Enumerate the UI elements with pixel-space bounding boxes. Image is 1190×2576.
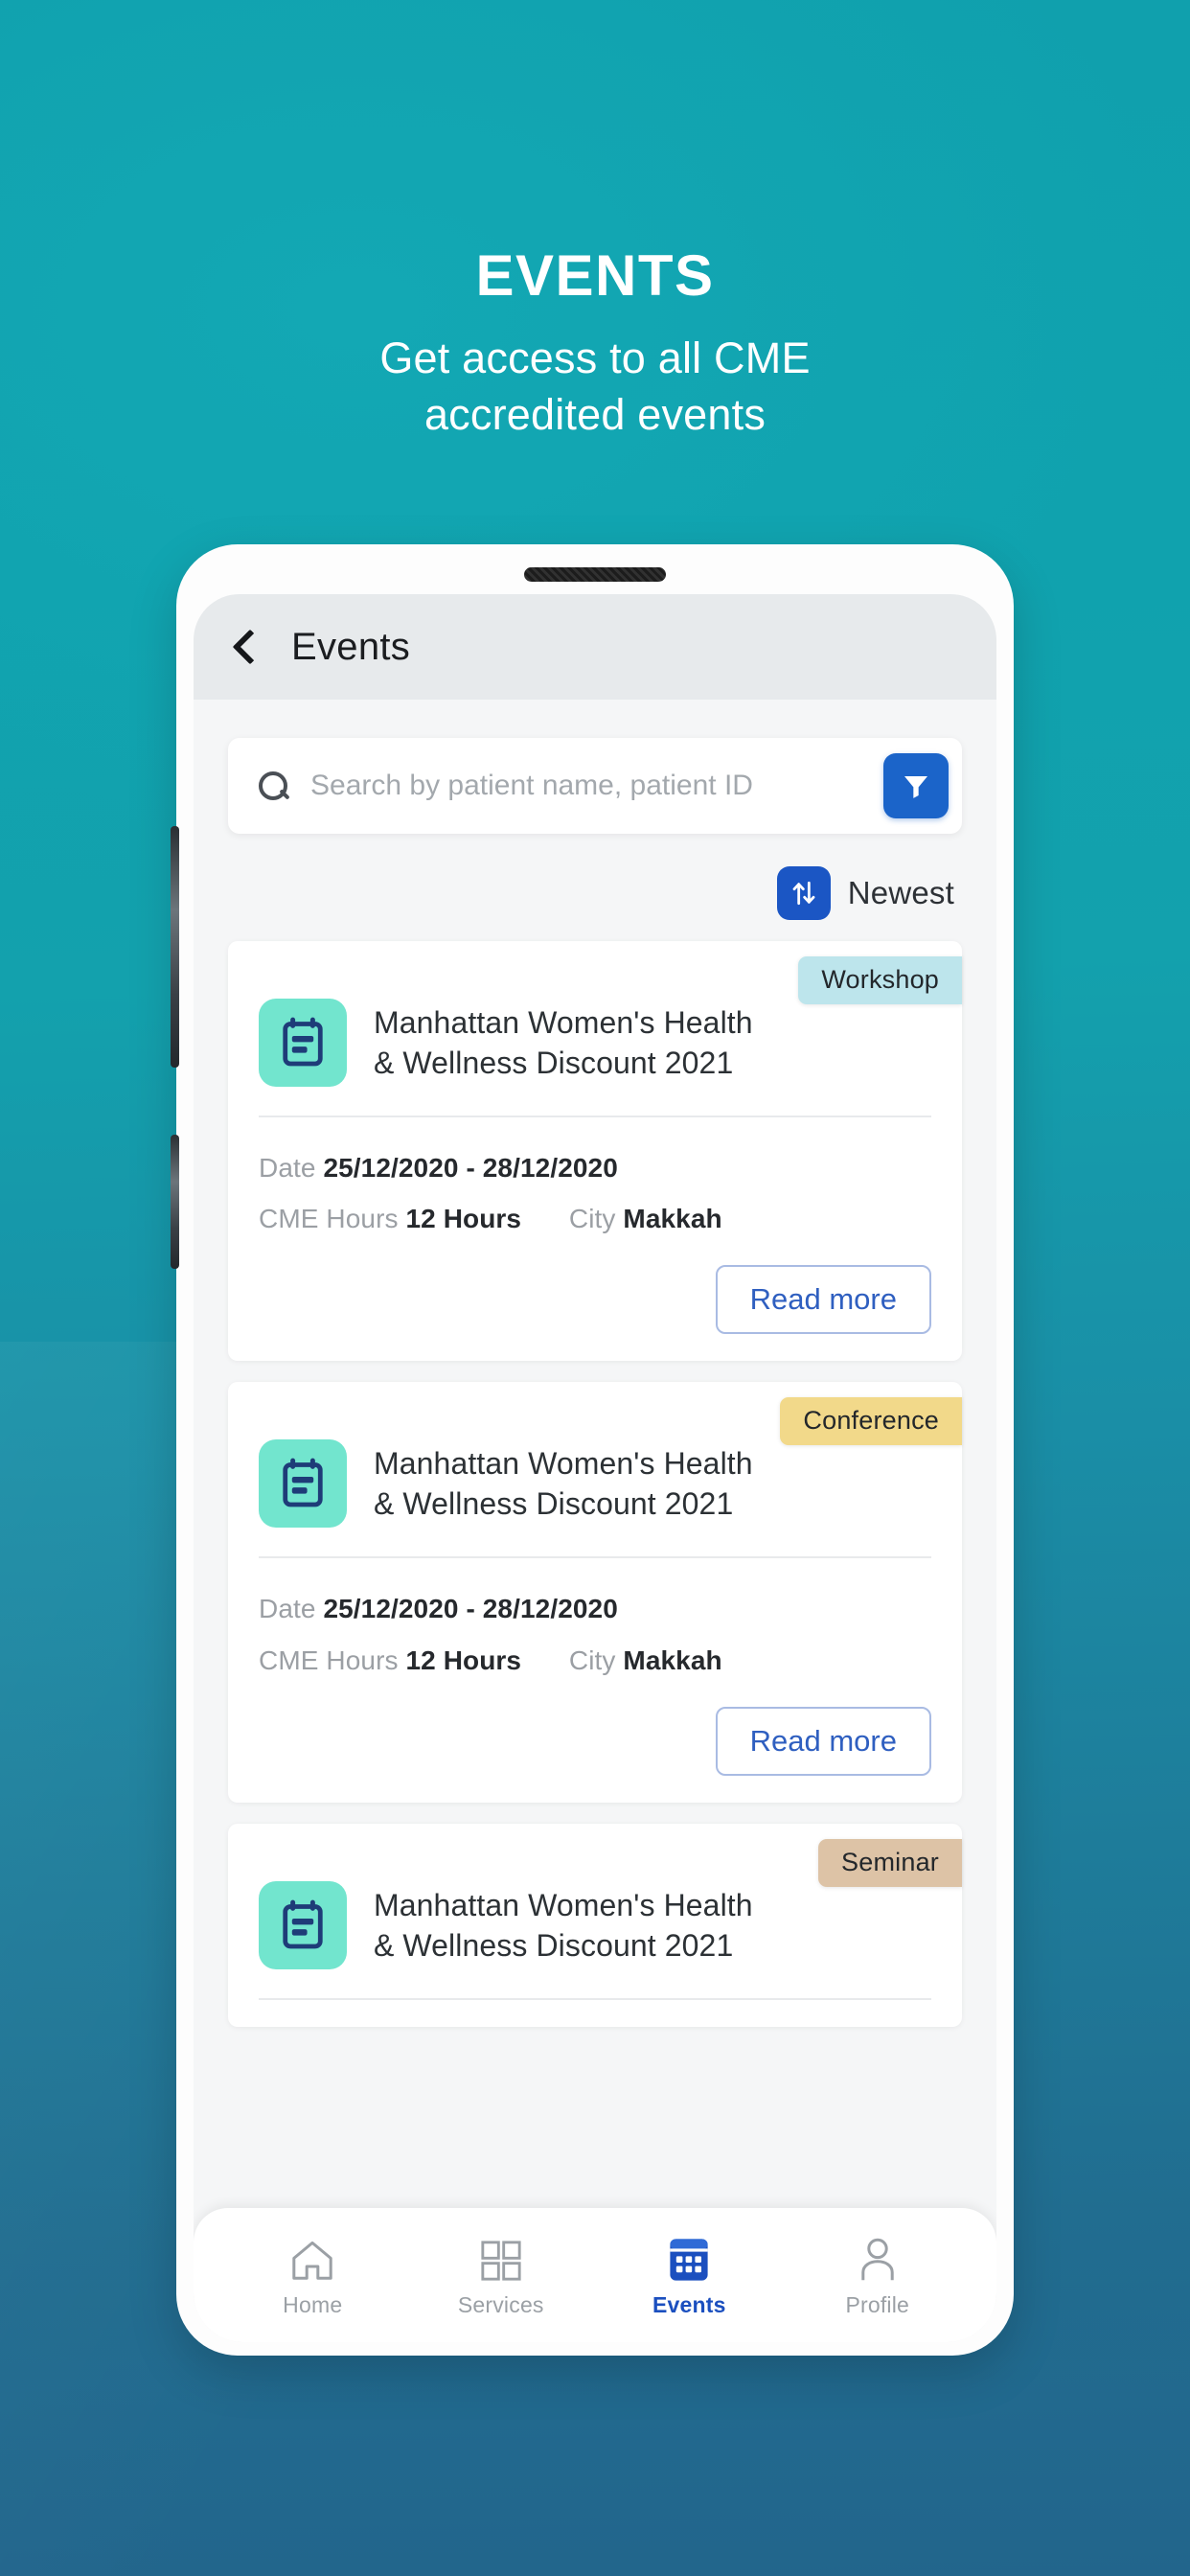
nav-label-home: Home bbox=[283, 2291, 343, 2317]
screen-content: Newest Workshop bbox=[194, 700, 996, 2342]
search-row bbox=[228, 700, 962, 834]
status-badge: Conference bbox=[780, 1397, 962, 1446]
nav-label-profile: Profile bbox=[845, 2291, 910, 2317]
cme-hours-label: CME Hours bbox=[259, 1204, 399, 1234]
nav-item-events[interactable]: Events bbox=[617, 2233, 761, 2318]
event-date-line: Date 25/12/2020 - 28/12/2020 bbox=[259, 1583, 931, 1634]
calendar-glyph bbox=[283, 1017, 323, 1067]
date-label: Date bbox=[259, 1153, 316, 1183]
calendar-glyph bbox=[283, 1458, 323, 1507]
read-more-button[interactable]: Read more bbox=[715, 1706, 931, 1776]
event-title-line1: Manhattan Women's Health bbox=[374, 1887, 753, 1922]
page-title: EVENTS bbox=[475, 243, 715, 308]
event-title: Manhattan Women's Health & Wellness Disc… bbox=[374, 1885, 753, 1966]
city-value: Makkah bbox=[623, 1204, 722, 1234]
app-bar: Events bbox=[194, 594, 996, 700]
calendar-icon bbox=[259, 999, 347, 1087]
event-hours-city-line: CME Hours 12 Hours City Makkah bbox=[259, 1635, 931, 1686]
cme-hours-value: 12 Hours bbox=[405, 1644, 522, 1675]
event-meta: Date 25/12/2020 - 28/12/2020 CME Hours 1… bbox=[259, 1117, 931, 1244]
sort-row[interactable]: Newest bbox=[228, 834, 962, 920]
grid-icon bbox=[479, 2233, 523, 2283]
nav-item-profile[interactable]: Profile bbox=[806, 2233, 950, 2318]
status-badge: Seminar bbox=[818, 1838, 962, 1887]
cme-hours-label: CME Hours bbox=[259, 1644, 399, 1675]
event-card[interactable]: Seminar Manhattan Women's Health & Welln… bbox=[228, 1823, 962, 2027]
nav-label-services: Services bbox=[457, 2291, 544, 2317]
read-more-row: Read more bbox=[259, 1686, 931, 1776]
promo-subtitle: Get access to all CME accredited events bbox=[0, 330, 1190, 444]
sort-arrows-icon[interactable] bbox=[776, 866, 831, 920]
event-title-line1: Manhattan Women's Health bbox=[374, 1446, 753, 1482]
cme-hours-value: 12 Hours bbox=[405, 1204, 522, 1234]
search-icon bbox=[257, 770, 289, 802]
sort-arrows-glyph bbox=[792, 881, 815, 906]
filter-funnel-icon bbox=[904, 776, 927, 798]
nav-label-events: Events bbox=[652, 2291, 726, 2317]
person-icon bbox=[857, 2233, 899, 2283]
event-card[interactable]: Conference Manhattan Women's Health & We… bbox=[228, 1382, 962, 1803]
calendar-glyph bbox=[670, 2238, 708, 2281]
phone-screen: Events Search by patient name, patient I… bbox=[194, 594, 996, 2342]
event-title-line1: Manhattan Women's Health bbox=[374, 1004, 753, 1040]
search-input[interactable] bbox=[310, 770, 883, 802]
phone-mockup: Events Search by patient name, patient I… bbox=[171, 544, 1014, 2356]
event-title: Manhattan Women's Health & Wellness Disc… bbox=[374, 1443, 753, 1524]
app-bar-title: Events bbox=[291, 625, 411, 668]
calendar-icon bbox=[668, 2233, 710, 2283]
nav-item-home[interactable]: Home bbox=[240, 2233, 384, 2318]
search-bar[interactable] bbox=[228, 738, 962, 834]
calendar-icon bbox=[259, 1880, 347, 1969]
date-label: Date bbox=[259, 1594, 316, 1624]
calendar-icon bbox=[259, 1439, 347, 1529]
event-date-line: Date 25/12/2020 - 28/12/2020 bbox=[259, 1142, 931, 1193]
sort-label: Newest bbox=[847, 875, 954, 910]
chevron-left-icon[interactable] bbox=[232, 629, 268, 665]
promo-header: EVENTS Get access to all CME accredited … bbox=[0, 0, 1190, 444]
status-badge: Workshop bbox=[798, 956, 962, 1004]
date-value: 25/12/2020 - 28/12/2020 bbox=[323, 1153, 618, 1183]
city-label: City bbox=[568, 1644, 616, 1675]
home-icon bbox=[289, 2233, 335, 2283]
person-glyph bbox=[861, 2238, 894, 2280]
event-hours-city-line: CME Hours 12 Hours City Makkah bbox=[259, 1193, 931, 1244]
filter-button[interactable] bbox=[883, 753, 949, 818]
earpiece-speaker bbox=[524, 567, 666, 582]
nav-item-services[interactable]: Services bbox=[429, 2233, 573, 2318]
event-title-line2: & Wellness Discount 2021 bbox=[374, 1927, 734, 1963]
event-title-line2: & Wellness Discount 2021 bbox=[374, 1486, 734, 1522]
event-title: Manhattan Women's Health & Wellness Disc… bbox=[374, 1002, 753, 1083]
calendar-glyph bbox=[283, 1899, 323, 1949]
city-value: Makkah bbox=[623, 1644, 722, 1675]
event-card[interactable]: Workshop Manhattan Women's Health & Well… bbox=[228, 941, 962, 1362]
promo-subtitle-line2: accredited events bbox=[423, 390, 767, 440]
event-list: Workshop Manhattan Women's Health & Well… bbox=[228, 941, 962, 2027]
read-more-button[interactable]: Read more bbox=[715, 1265, 931, 1335]
event-title-line2: & Wellness Discount 2021 bbox=[374, 1046, 734, 1080]
bottom-navigation: Home Services Events Profile bbox=[194, 2208, 996, 2342]
grid-glyph bbox=[481, 2240, 521, 2281]
divider bbox=[259, 1997, 931, 2000]
read-more-row: Read more bbox=[259, 1244, 931, 1335]
promo-subtitle-line1: Get access to all CME bbox=[379, 334, 811, 382]
volume-button[interactable] bbox=[171, 826, 179, 1068]
city-label: City bbox=[568, 1204, 616, 1234]
power-button[interactable] bbox=[171, 1135, 179, 1269]
date-value: 25/12/2020 - 28/12/2020 bbox=[323, 1594, 618, 1624]
event-meta: Date 25/12/2020 - 28/12/2020 CME Hours 1… bbox=[259, 1558, 931, 1685]
home-glyph bbox=[292, 2241, 332, 2280]
